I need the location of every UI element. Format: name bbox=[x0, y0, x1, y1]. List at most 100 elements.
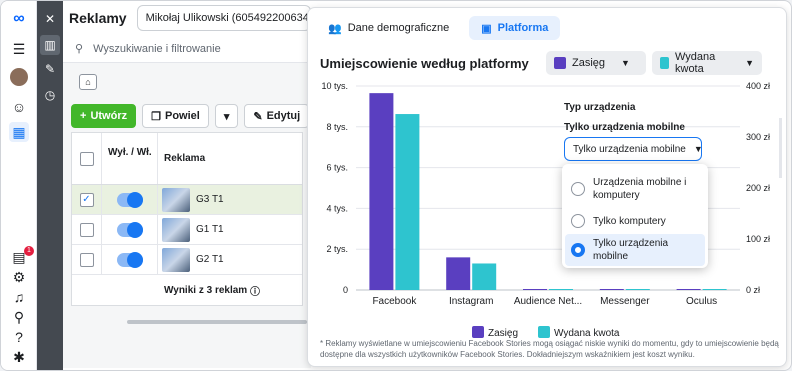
y-right-tick-label: 300 zł bbox=[746, 132, 770, 142]
create-button[interactable]: + Utwórz bbox=[71, 104, 137, 128]
smiley-icon[interactable]: ☺ bbox=[9, 97, 29, 117]
column-onoff[interactable]: Wył. / Wł. bbox=[102, 133, 158, 184]
duplicate-dropdown-button[interactable]: ▾ bbox=[214, 104, 239, 128]
device-type-heading: Typ urządzenia bbox=[564, 102, 636, 113]
ad-thumbnail bbox=[162, 247, 190, 272]
device-type-menu: Urządzenia mobilne i komputery Tylko kom… bbox=[562, 164, 708, 268]
table-row[interactable]: ✓ G3 T1 bbox=[72, 185, 302, 215]
tab-demographics[interactable]: 👥 Dane demograficzne bbox=[316, 16, 461, 40]
bar-zasięg bbox=[369, 93, 394, 290]
y-right-tick-label: 0 zł bbox=[746, 285, 760, 295]
close-icon[interactable]: ✕ bbox=[40, 9, 60, 29]
meta-logo-icon[interactable]: ∞ bbox=[9, 9, 29, 29]
avatar[interactable] bbox=[10, 68, 28, 86]
pencil-icon[interactable]: ✎ bbox=[40, 59, 60, 79]
legend-label: Zasięg bbox=[488, 328, 518, 338]
ad-thumbnail bbox=[162, 187, 190, 212]
option-mobile-and-desktop[interactable]: Urządzenia mobilne i komputery bbox=[565, 172, 705, 206]
ad-toggle[interactable] bbox=[116, 251, 143, 268]
chart-icon[interactable]: ▥ bbox=[40, 35, 60, 55]
bar-wydana-kwota bbox=[625, 289, 650, 290]
radio-button[interactable] bbox=[571, 182, 585, 196]
option-mobile-only[interactable]: Tylko urządzenia mobilne bbox=[565, 234, 705, 266]
radio-button[interactable] bbox=[571, 214, 585, 228]
spend-swatch bbox=[660, 57, 669, 69]
account-selector[interactable]: Mikołaj Ulikowski (605492200634397) bbox=[136, 5, 311, 31]
metric-selector-reach[interactable]: Zasięg ▼ bbox=[546, 51, 646, 75]
bell-icon[interactable]: ♫ bbox=[9, 287, 29, 307]
edit-button[interactable]: ✎ Edytuj bbox=[244, 104, 310, 128]
legend-swatch bbox=[472, 326, 484, 338]
x-tick-label: Facebook bbox=[372, 296, 417, 307]
notification-badge: 1 bbox=[24, 246, 34, 256]
x-tick-label: Audience Net... bbox=[514, 296, 582, 307]
legend-label: Wydana kwota bbox=[554, 328, 620, 338]
bug-icon[interactable]: ✱ bbox=[9, 347, 29, 367]
results-summary: Wyniki z 3 reklam ⓘ bbox=[164, 283, 260, 298]
radio-button-selected[interactable] bbox=[571, 243, 585, 257]
ad-name[interactable]: G2 T1 bbox=[196, 254, 224, 265]
reach-swatch bbox=[554, 57, 566, 69]
left-rail: ∞ ☰ ☺ ▦ ▤ 1 ⚙ ♫ ⚲ ? ✱ bbox=[1, 1, 37, 370]
help-icon[interactable]: ? bbox=[9, 327, 29, 347]
bar-wydana-kwota bbox=[395, 114, 420, 290]
ad-thumbnail bbox=[162, 217, 190, 242]
breakdown-panel: 👥 Dane demograficzne ▣ Platforma Umiejscow… bbox=[307, 7, 787, 367]
y-right-tick-label: 100 zł bbox=[746, 234, 770, 244]
device-type-select[interactable]: Tylko urządzenia mobilne ▼ bbox=[564, 137, 703, 161]
select-all-checkbox[interactable] bbox=[79, 151, 94, 166]
info-icon[interactable]: ⓘ bbox=[250, 283, 260, 298]
ad-name[interactable]: G1 T1 bbox=[196, 224, 224, 235]
bar-zasięg bbox=[676, 289, 701, 290]
caret-down-icon: ▼ bbox=[693, 144, 703, 154]
horizontal-scrollbar[interactable] bbox=[127, 320, 307, 324]
plus-icon: + bbox=[80, 110, 87, 122]
x-tick-label: Messenger bbox=[600, 296, 650, 307]
x-tick-label: Instagram bbox=[449, 296, 493, 307]
y-right-tick-label: 200 zł bbox=[746, 183, 770, 193]
app-window: ∞ ☰ ☺ ▦ ▤ 1 ⚙ ♫ ⚲ ? ✱ ✕ ▥ ✎ ◷ Reklamy Mi… bbox=[0, 0, 792, 371]
legend-swatch bbox=[538, 326, 550, 338]
row-checkbox[interactable]: ✓ bbox=[79, 192, 94, 207]
row-checkbox[interactable] bbox=[79, 252, 94, 267]
ads-table: Wył. / Wł. Reklama ✓ G3 T1 G1 T1 G2 T1 W… bbox=[71, 132, 303, 306]
menu-icon[interactable]: ☰ bbox=[9, 39, 29, 59]
tool-strip: ✕ ▥ ✎ ◷ bbox=[37, 1, 63, 370]
ad-name[interactable]: G3 T1 bbox=[196, 194, 224, 205]
row-checkbox[interactable] bbox=[79, 222, 94, 237]
table-row[interactable]: G2 T1 bbox=[72, 245, 302, 275]
bar-zasięg bbox=[523, 289, 547, 290]
metric-selector-spend[interactable]: Wydana kwota ▼ bbox=[652, 51, 762, 75]
search-icon: ⚲ bbox=[75, 43, 84, 55]
clock-icon[interactable]: ◷ bbox=[40, 85, 60, 105]
duplicate-button[interactable]: ❐ Powiel bbox=[142, 104, 209, 128]
vertical-scrollbar[interactable] bbox=[779, 118, 782, 178]
pencil-icon: ✎ bbox=[253, 110, 263, 123]
table-header: Wył. / Wł. Reklama bbox=[72, 133, 302, 185]
ad-toggle[interactable] bbox=[116, 221, 143, 238]
y-left-tick-label: 4 tys. bbox=[326, 203, 348, 213]
caret-down-icon: ▼ bbox=[745, 58, 754, 68]
bar-zasięg bbox=[446, 257, 471, 290]
y-left-tick-label: 10 tys. bbox=[321, 81, 348, 91]
bar-wydana-kwota bbox=[472, 263, 497, 290]
ad-toggle[interactable] bbox=[116, 191, 143, 208]
device-type-subheading: Tylko urządzenia mobilne bbox=[564, 122, 685, 133]
settings-icon[interactable]: ⚙ bbox=[9, 267, 29, 287]
y-left-tick-label: 0 bbox=[343, 285, 348, 295]
search-bar[interactable]: ⚲ Wyszukiwanie i filtrowanie bbox=[63, 35, 311, 63]
table-row[interactable]: G1 T1 bbox=[72, 215, 302, 245]
column-ad[interactable]: Reklama bbox=[158, 133, 205, 184]
bar-wydana-kwota bbox=[549, 289, 573, 290]
option-desktop-only[interactable]: Tylko komputery bbox=[565, 210, 705, 232]
platform-bar-chart: 0 2 tys. 4 tys. 6 tys. 8 tys. 10 tys. 0 zł 100 … bbox=[321, 81, 770, 338]
tab-platform[interactable]: ▣ Platforma bbox=[469, 16, 561, 40]
folder-icon[interactable]: ⌂ bbox=[79, 74, 97, 90]
chevron-down-icon: ▾ bbox=[223, 110, 230, 123]
ads-manager-main: Reklamy Mikołaj Ulikowski (6054922006343… bbox=[63, 1, 311, 370]
search-icon[interactable]: ⚲ bbox=[9, 307, 29, 327]
search-input[interactable]: Wyszukiwanie i filtrowanie bbox=[93, 43, 221, 55]
table-grid-icon[interactable]: ▦ bbox=[9, 122, 29, 142]
page-title: Reklamy bbox=[69, 10, 127, 26]
y-left-tick-label: 8 tys. bbox=[326, 122, 348, 132]
